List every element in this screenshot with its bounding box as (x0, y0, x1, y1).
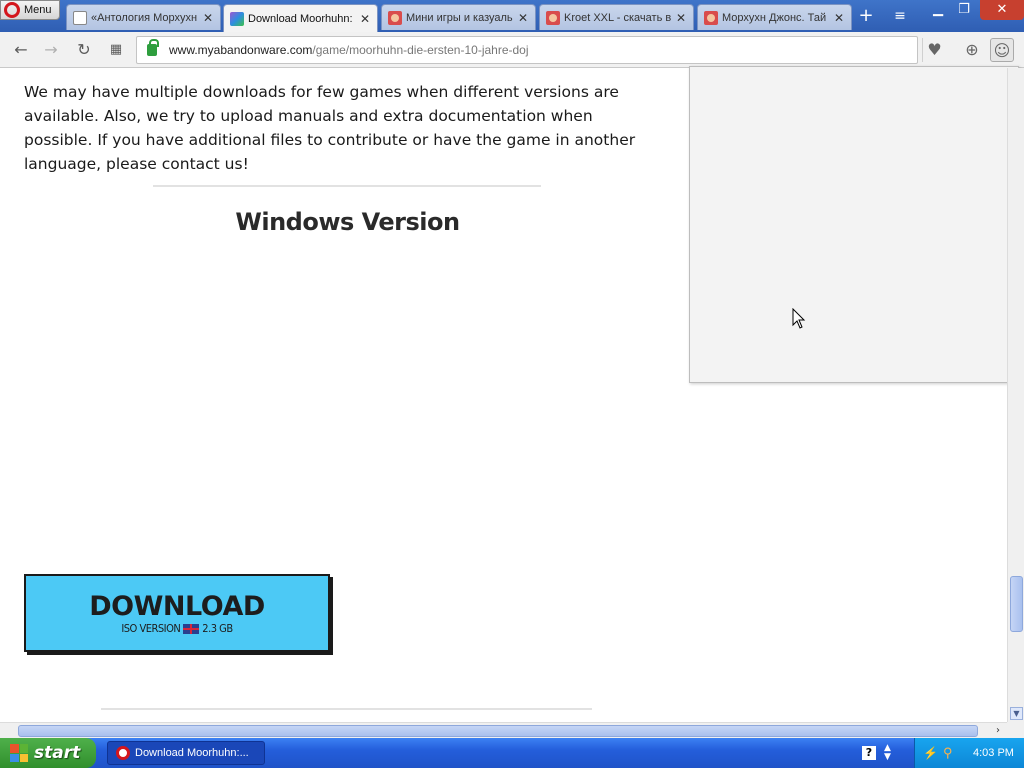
tab-strip: Menu «Антология Морхухн ✕ Download Moorh… (0, 0, 1024, 32)
moorhuhn-icon (704, 10, 718, 25)
restore-icon[interactable]: ❐ (950, 0, 978, 20)
tab-title: Download Moorhuhn: (248, 12, 353, 25)
url-path: /game/moorhuhn-die-ersten-10-jahre-doj (312, 43, 529, 57)
mouse-cursor-icon (792, 308, 806, 329)
scroll-right-arrow-icon[interactable]: › (991, 724, 1005, 738)
tab-kroet-xxl[interactable]: Kroet XXL - скачать в ✕ (539, 4, 694, 30)
vertical-scroll-thumb[interactable] (1010, 576, 1023, 632)
help-icon[interactable]: ? (862, 746, 876, 760)
opera-menu-button[interactable]: Menu (0, 0, 60, 20)
windows-logo-icon (10, 744, 28, 762)
section-heading: Windows Version (235, 208, 460, 236)
uk-flag-icon (183, 623, 200, 634)
opera-logo-icon (4, 2, 20, 18)
close-tab-icon[interactable]: ✕ (833, 11, 845, 25)
download-button[interactable]: DOWNLOAD ISO VERSION 2.3 GB (24, 574, 330, 652)
reload-icon[interactable]: ↻ (73, 39, 95, 61)
network-icon[interactable]: ⚡ (923, 746, 938, 760)
clock: 4:03 PM (973, 747, 1014, 759)
horizontal-scrollbar[interactable]: › (0, 722, 1007, 738)
moorhuhn-icon (546, 10, 560, 25)
scroll-down-arrow-icon[interactable]: ▼ (1010, 707, 1023, 720)
tab-title: Мини игры и казуаль (406, 11, 513, 24)
search-icon[interactable]: ⚲ (943, 746, 957, 760)
account-popup-panel (689, 66, 1019, 383)
tab-moorhuhn-jones[interactable]: Морхухн Джонс. Тай ✕ (697, 4, 852, 30)
close-tab-icon[interactable]: ✕ (202, 11, 214, 25)
browser-toolbar: ← → ↻ ▦ www.myabandonware.com /game/moor… (0, 32, 1024, 68)
moorhuhn-icon (388, 10, 402, 25)
minimize-icon[interactable]: ▁ (924, 0, 952, 20)
taskbar-item-opera[interactable]: Download Moorhuhn:... (107, 741, 265, 765)
start-label: start (34, 743, 81, 763)
divider (153, 185, 541, 187)
tab-title: «Антология Морхухн (91, 11, 198, 24)
account-icon[interactable]: ☺ (990, 38, 1014, 62)
url-host: www.myabandonware.com (169, 43, 313, 57)
close-tab-icon[interactable]: ✕ (675, 11, 687, 25)
horizontal-scroll-thumb[interactable] (18, 725, 978, 737)
address-bar[interactable]: www.myabandonware.com /game/moorhuhn-die… (136, 36, 918, 64)
divider (101, 708, 592, 710)
close-window-icon[interactable]: ✕ (980, 0, 1024, 20)
file-size: 2.3 GB (202, 622, 233, 635)
close-tab-icon[interactable]: ✕ (517, 11, 529, 25)
menu-label: Menu (24, 4, 52, 16)
tab-menu-icon[interactable]: ≡ (889, 6, 911, 26)
speed-dial-grid-icon[interactable]: ▦ (105, 39, 127, 61)
tab-mini-games[interactable]: Мини игры и казуаль ✕ (381, 4, 536, 30)
forward-arrow-icon[interactable]: → (40, 39, 62, 61)
task-label: Download Moorhuhn:... (135, 747, 249, 759)
tab-title: Морхухн Джонс. Тай (722, 11, 827, 24)
close-tab-icon[interactable]: ✕ (359, 12, 371, 26)
download-details: ISO VERSION 2.3 GB (26, 622, 328, 635)
scrollbar-corner (1007, 722, 1024, 738)
document-icon (73, 10, 87, 25)
taskbar: start Download Moorhuhn:... ? ▲ ▼ ⚡ ⚲ 4:0… (0, 738, 1024, 768)
tray-expand-icon[interactable]: ▲ ▼ (884, 744, 891, 762)
new-tab-plus-icon[interactable]: + (855, 6, 877, 26)
opera-icon (116, 746, 130, 760)
intro-paragraph: We may have multiple downloads for few g… (24, 82, 636, 173)
back-arrow-icon[interactable]: ← (10, 39, 32, 61)
system-tray: ⚡ ⚲ 4:03 PM (914, 738, 1024, 768)
download-circle-icon[interactable]: ⊕ (960, 38, 984, 62)
heart-icon[interactable]: ♥ (922, 38, 946, 62)
tab-title: Kroet XXL - скачать в (564, 11, 672, 24)
vertical-scrollbar[interactable]: ▼ (1007, 68, 1024, 722)
myabandonware-icon (230, 11, 244, 26)
lock-icon (147, 39, 159, 56)
download-label: DOWNLOAD (89, 591, 265, 622)
tab-download-moorhuhn[interactable]: Download Moorhuhn: ✕ (223, 4, 378, 32)
start-button[interactable]: start (0, 738, 96, 768)
version-type: ISO VERSION (121, 622, 181, 635)
tab-antology[interactable]: «Антология Морхухн ✕ (66, 4, 221, 30)
